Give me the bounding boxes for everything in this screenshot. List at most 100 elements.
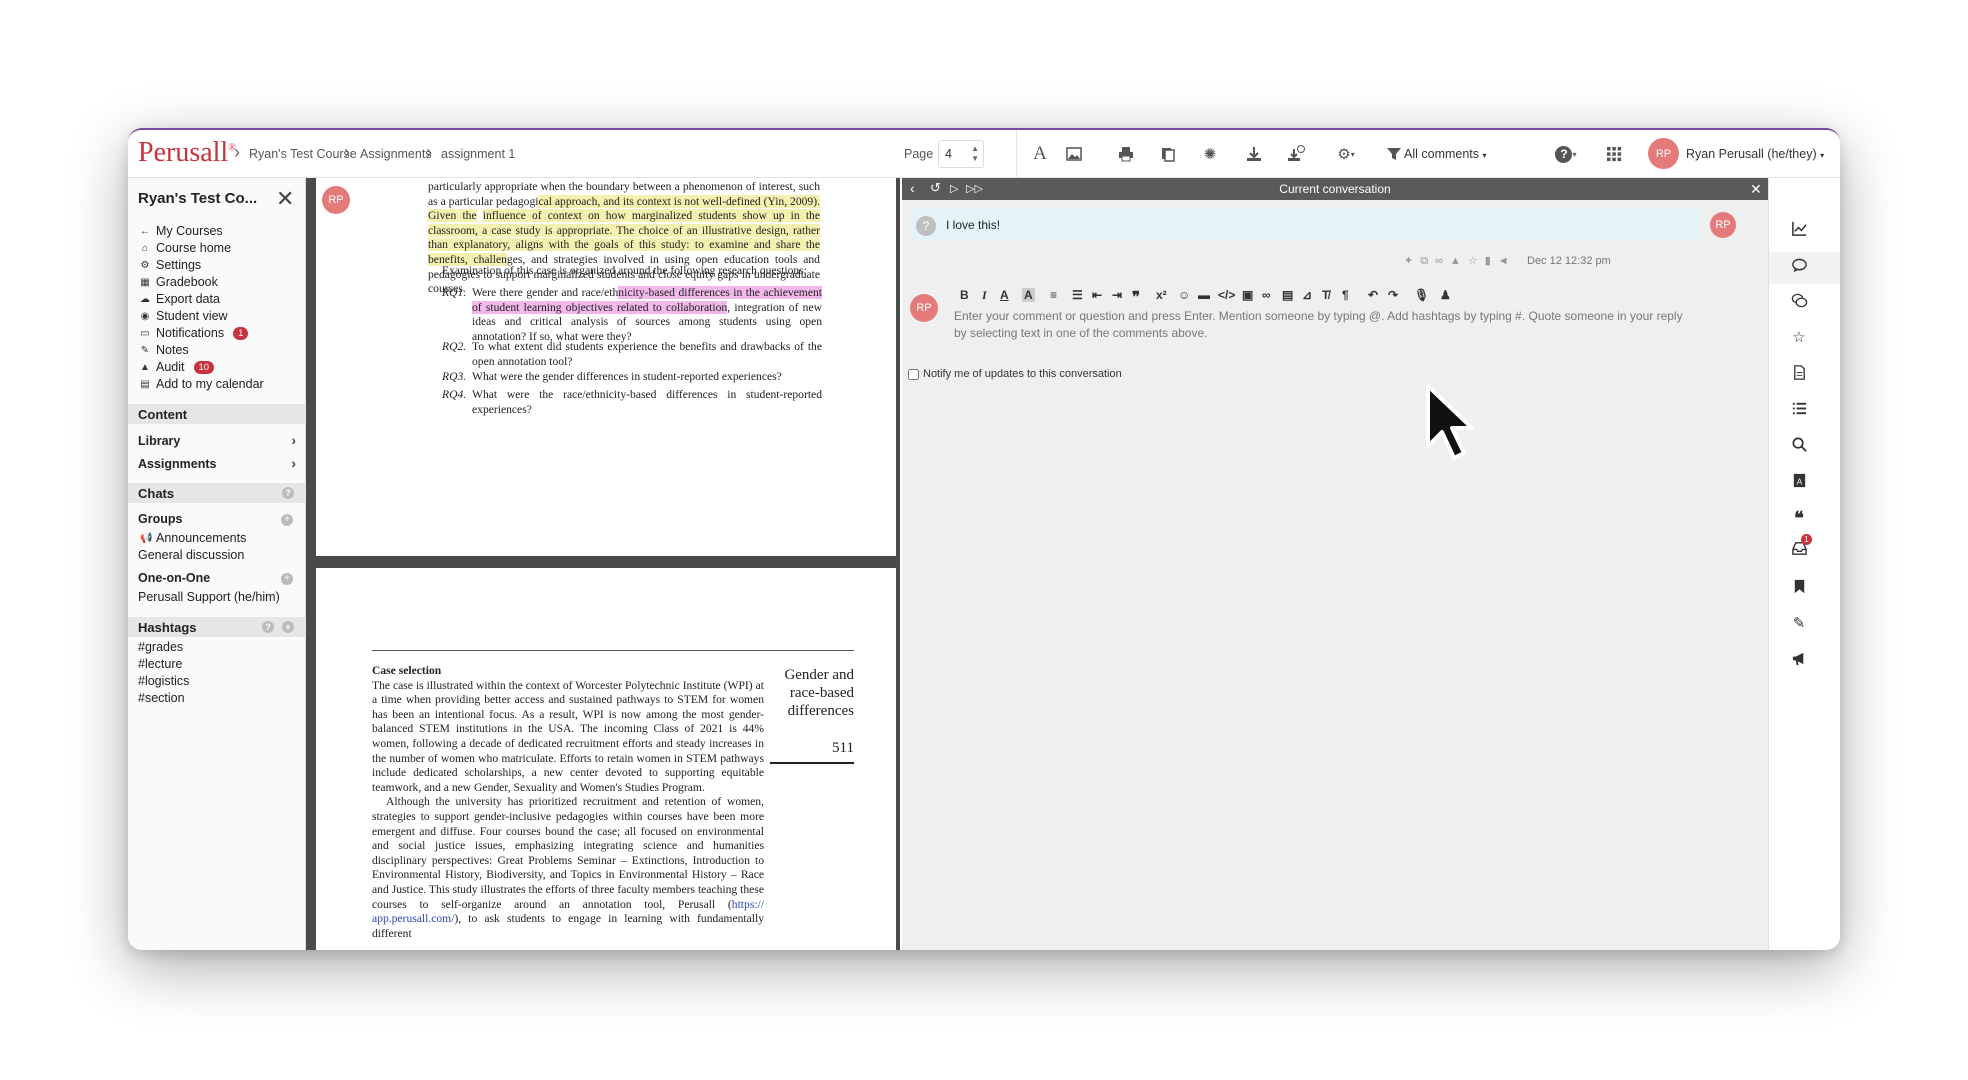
bullet-list-icon[interactable]: ☰ xyxy=(1072,288,1083,302)
add-group-icon[interactable]: + xyxy=(281,514,293,526)
nav-gradebook[interactable]: ▦ Gradebook xyxy=(140,275,218,289)
nav-course-home[interactable]: ⌂ Course home xyxy=(140,241,231,255)
italic-icon[interactable]: I xyxy=(982,288,987,303)
download-icon[interactable] xyxy=(1242,142,1266,166)
case-selection-text[interactable]: Case selection The case is illustrated w… xyxy=(372,664,764,941)
print-icon[interactable] xyxy=(1114,142,1138,166)
close-icon[interactable]: ✕ xyxy=(276,186,294,212)
code-icon[interactable]: </> xyxy=(1218,288,1235,302)
quote-icon[interactable]: ❝ xyxy=(1789,508,1809,528)
inbox-icon[interactable]: 1 xyxy=(1789,534,1812,560)
nav-notifications[interactable]: ▭ Notifications 1 xyxy=(140,326,249,340)
image-icon[interactable] xyxy=(1062,142,1086,166)
bold-icon[interactable]: B xyxy=(960,288,969,302)
document-viewer[interactable]: RP particularly appropriate when the bou… xyxy=(306,178,900,950)
perusall-logo[interactable]: Perusall® xyxy=(138,137,236,169)
outdent-icon[interactable]: ⇤ xyxy=(1092,288,1102,302)
document-icon[interactable] xyxy=(1789,364,1809,384)
hashtag-item[interactable]: #lecture xyxy=(138,657,182,671)
link-icon[interactable]: ∞ xyxy=(1262,288,1271,302)
copy-icon[interactable] xyxy=(1156,142,1180,166)
file-icon[interactable]: ▤ xyxy=(1282,288,1293,302)
all-conversations-icon[interactable] xyxy=(1789,292,1809,312)
hashtag-item[interactable]: #section xyxy=(138,691,185,705)
notify-checkbox[interactable] xyxy=(908,368,919,380)
stepper-icon[interactable]: ▲ ▼ xyxy=(971,144,979,164)
nav-student-view[interactable]: ◉ Student view xyxy=(140,309,228,323)
megaphone-icon[interactable] xyxy=(1789,650,1809,670)
assignments-label: Assignments xyxy=(138,457,217,471)
microphone-icon[interactable]: 🎙 xyxy=(1414,288,1429,302)
undo-icon[interactable]: ↶ xyxy=(1368,288,1378,302)
breadcrumb-assignments[interactable]: Assignments xyxy=(360,147,432,161)
add-hashtag-icon[interactable]: + xyxy=(282,621,294,633)
nav-notes[interactable]: ✎ Notes xyxy=(140,343,189,357)
list-icon[interactable] xyxy=(1789,400,1809,420)
redo-icon[interactable]: ↷ xyxy=(1388,288,1398,302)
emoji-icon[interactable]: ☺ xyxy=(1178,288,1190,302)
user-avatar[interactable]: RP xyxy=(1648,138,1679,169)
nav-export-data[interactable]: ☁ Export data xyxy=(140,292,220,306)
download-comments-icon[interactable] xyxy=(1284,142,1308,166)
image-icon[interactable]: ▣ xyxy=(1242,288,1253,302)
quote-icon[interactable]: ❞ xyxy=(1132,288,1140,306)
clear-format-icon[interactable]: T̸ xyxy=(1322,288,1329,302)
settings-icon[interactable]: ✺ xyxy=(1198,142,1222,166)
help-icon[interactable]: ? xyxy=(282,487,294,499)
hashtag-item[interactable]: #logistics xyxy=(138,674,189,688)
assignments-link[interactable]: Assignments › xyxy=(138,455,296,471)
add-one-on-one-icon[interactable]: + xyxy=(281,573,293,585)
anonymous-icon[interactable]: ♟ xyxy=(1440,288,1451,302)
help-icon[interactable]: ? ▾ xyxy=(1548,142,1584,166)
hashtag-item[interactable]: #grades xyxy=(138,640,183,654)
chat-perusall-support[interactable]: Perusall Support (he/him) xyxy=(138,590,280,604)
analytics-icon[interactable] xyxy=(1789,220,1809,240)
star-icon[interactable]: ☆ xyxy=(1468,255,1485,267)
embed-icon[interactable]: ▬ xyxy=(1198,288,1210,302)
delete-icon[interactable]: ▮ xyxy=(1485,255,1498,267)
comment-action-icons[interactable]: ✦⧉∞▲☆▮◄ xyxy=(1404,254,1516,268)
comment-input[interactable]: Enter your comment or question and press… xyxy=(954,308,1694,342)
link-icon[interactable]: ∞ xyxy=(1435,255,1450,267)
advanced-settings-icon[interactable]: ⚙ ▾ xyxy=(1328,142,1364,166)
text-color-icon[interactable]: A xyxy=(1000,288,1009,302)
megaphone-icon[interactable]: ◄ xyxy=(1498,255,1516,267)
warning-icon[interactable]: ▲ xyxy=(1450,255,1468,267)
glossary-icon[interactable]: A xyxy=(1789,472,1809,492)
nav-audit[interactable]: ▲ Audit 10 xyxy=(140,360,215,374)
filter-icon[interactable] xyxy=(1382,142,1406,166)
library-link[interactable]: Library › xyxy=(138,432,296,448)
comment-bubble[interactable] xyxy=(910,208,1700,240)
nav-add-calendar[interactable]: ▤ Add to my calendar xyxy=(140,377,263,391)
superscript-icon[interactable]: x² xyxy=(1156,288,1167,302)
help-icon[interactable]: ? xyxy=(262,621,274,633)
chat-general-discussion[interactable]: General discussion xyxy=(138,548,244,562)
star-icon[interactable]: ☆ xyxy=(1789,328,1809,348)
annotator-avatar[interactable]: RP xyxy=(322,186,350,214)
chart-icon[interactable]: ⊿ xyxy=(1302,288,1312,302)
apps-grid-icon[interactable] xyxy=(1602,142,1626,166)
nav-label: Notifications xyxy=(156,326,225,340)
indent-icon[interactable]: ⇥ xyxy=(1112,288,1122,302)
ordered-list-icon[interactable]: ≡ xyxy=(1050,288,1057,302)
all-comments-dropdown[interactable]: All comments ▾ xyxy=(1404,147,1487,161)
search-icon[interactable] xyxy=(1789,436,1809,456)
text-tool-icon[interactable]: A xyxy=(1028,142,1052,166)
pencil-icon[interactable]: ✎ xyxy=(1789,614,1809,634)
highlight-color-icon[interactable]: A xyxy=(1022,288,1035,302)
page-number-input[interactable]: 4 ▲ ▼ xyxy=(938,140,984,168)
notify-checkbox-row[interactable]: Notify me of updates to this conversatio… xyxy=(908,368,1122,380)
copy-icon[interactable]: ⧉ xyxy=(1420,255,1435,267)
user-menu[interactable]: Ryan Perusall (he/they) ▾ xyxy=(1686,147,1824,161)
pin-icon[interactable]: ✦ xyxy=(1404,255,1420,267)
close-icon[interactable]: ✕ xyxy=(1750,181,1762,198)
paragraph-direction-icon[interactable]: ¶ xyxy=(1342,288,1349,302)
breadcrumb-course[interactable]: Ryan's Test Course xyxy=(249,147,357,161)
chat-announcements[interactable]: 📢 Announcements xyxy=(140,531,246,545)
bookmark-icon[interactable] xyxy=(1789,578,1809,598)
current-conversation-icon[interactable] xyxy=(1789,257,1809,277)
commenter-avatar[interactable]: RP xyxy=(1710,212,1736,238)
paragraph[interactable]: particularly appropriate when the bounda… xyxy=(428,180,820,297)
nav-settings[interactable]: ⚙ Settings xyxy=(140,258,202,272)
nav-my-courses[interactable]: ← My Courses xyxy=(140,224,223,238)
